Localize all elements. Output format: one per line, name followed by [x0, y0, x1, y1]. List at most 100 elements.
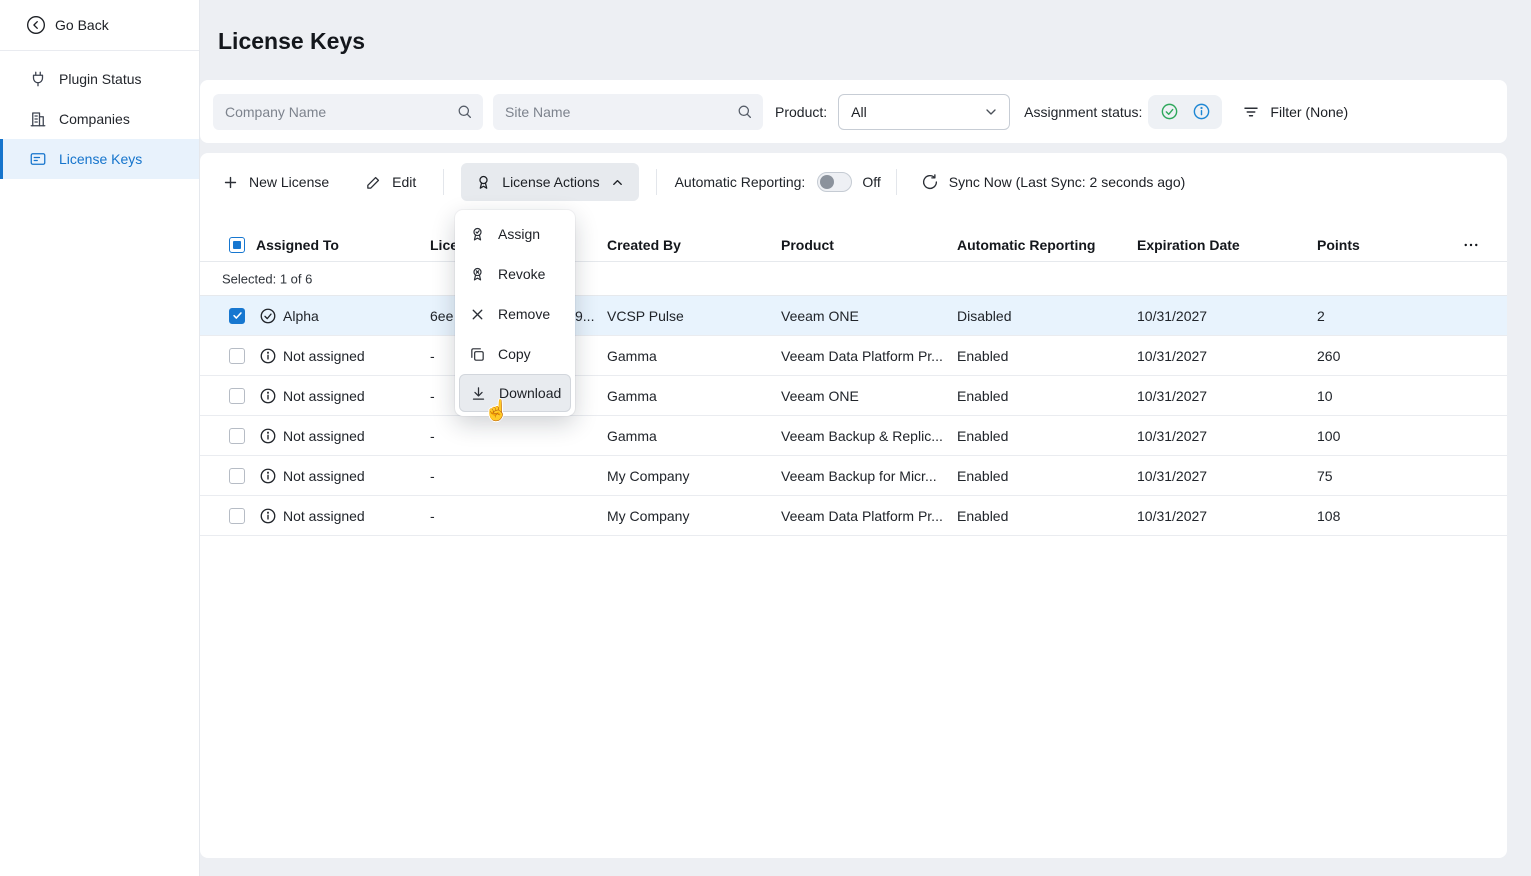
pencil-icon	[365, 174, 382, 191]
license-id-cell: -	[430, 428, 435, 444]
toolbar-divider	[656, 169, 657, 195]
filter-button[interactable]: Filter (None)	[1242, 103, 1348, 121]
product-select[interactable]: All	[838, 94, 1010, 130]
row-checkbox[interactable]	[229, 388, 245, 404]
table-row[interactable]: Alpha 6ee 9... VCSP Pulse Veeam ONE Disa…	[200, 296, 1507, 336]
automatic-reporting-cell: Enabled	[957, 468, 1008, 484]
row-checkbox[interactable]	[229, 508, 245, 524]
menu-item-remove[interactable]: Remove	[455, 294, 575, 334]
table-row[interactable]: Not assigned - Gamma Veeam Data Platform…	[200, 336, 1507, 376]
assigned-status-icon	[259, 307, 277, 325]
assigned-to-cell: Not assigned	[283, 348, 365, 364]
download-icon	[470, 385, 487, 402]
page-title: License Keys	[218, 28, 365, 55]
column-options-button[interactable]	[1462, 236, 1480, 254]
product-cell: Veeam Backup for Micr...	[781, 468, 937, 484]
automatic-reporting-toggle[interactable]	[817, 172, 852, 192]
table-row[interactable]: Not assigned - Gamma Veeam Backup & Repl…	[200, 416, 1507, 456]
sidebar-item-companies[interactable]: Companies	[0, 99, 199, 139]
automatic-reporting-state: Off	[862, 174, 880, 190]
automatic-reporting-cell: Disabled	[957, 308, 1011, 324]
row-checkbox[interactable]	[229, 348, 245, 364]
menu-item-label: Copy	[498, 346, 531, 362]
go-back-button[interactable]: Go Back	[0, 0, 199, 50]
automatic-reporting-label: Automatic Reporting:	[675, 174, 806, 190]
select-all-checkbox[interactable]	[229, 237, 245, 253]
product-cell: Veeam Backup & Replic...	[781, 428, 943, 444]
sidebar-item-label: Companies	[59, 111, 130, 127]
points-cell: 10	[1317, 388, 1333, 404]
column-header-created-by[interactable]: Created By	[607, 237, 681, 253]
filter-lines-icon	[1242, 103, 1260, 121]
table-header-row: Assigned To License ID Created By Produc…	[200, 228, 1507, 262]
assignment-status-label: Assignment status:	[1024, 104, 1142, 120]
not-assigned-status-icon	[259, 507, 277, 525]
menu-item-revoke[interactable]: Revoke	[455, 254, 575, 294]
toggle-knob	[820, 175, 834, 189]
menu-item-download[interactable]: Download	[459, 374, 571, 412]
row-checkbox[interactable]	[229, 428, 245, 444]
automatic-reporting-cell: Enabled	[957, 388, 1008, 404]
company-name-input[interactable]	[213, 104, 483, 120]
license-actions-label: License Actions	[502, 174, 599, 190]
menu-item-assign[interactable]: Assign	[455, 214, 575, 254]
expiration-date-cell: 10/31/2027	[1137, 388, 1207, 404]
points-cell: 260	[1317, 348, 1340, 364]
product-cell: Veeam Data Platform Pr...	[781, 508, 943, 524]
x-icon	[469, 306, 486, 323]
plus-icon	[222, 174, 239, 191]
column-header-automatic-reporting[interactable]: Automatic Reporting	[957, 237, 1095, 253]
table-row[interactable]: Not assigned - My Company Veeam Data Pla…	[200, 496, 1507, 536]
table-toolbar: New License Edit License Actions Automat…	[200, 153, 1507, 211]
chevron-down-icon	[983, 104, 999, 120]
column-header-points[interactable]: Points	[1317, 237, 1360, 253]
menu-item-label: Assign	[498, 226, 540, 242]
product-select-value: All	[851, 104, 867, 120]
assigned-filter-toggle[interactable]	[1153, 98, 1185, 126]
automatic-reporting-cell: Enabled	[957, 508, 1008, 524]
row-checkbox[interactable]	[229, 468, 245, 484]
assigned-to-cell: Alpha	[283, 308, 319, 324]
new-license-button[interactable]: New License	[222, 174, 329, 191]
edit-button[interactable]: Edit	[365, 174, 416, 191]
chevron-up-icon	[610, 175, 625, 190]
sync-now-label: Sync Now (Last Sync: 2 seconds ago)	[949, 174, 1186, 190]
not-assigned-status-icon	[259, 467, 277, 485]
sidebar-item-plugin-status[interactable]: Plugin Status	[0, 59, 199, 99]
column-header-expiration-date[interactable]: Expiration Date	[1137, 237, 1240, 253]
column-header-product[interactable]: Product	[781, 237, 834, 253]
points-cell: 2	[1317, 308, 1325, 324]
assignment-status-toggle-group	[1148, 95, 1222, 129]
selection-summary: Selected: 1 of 6	[222, 271, 312, 286]
table-row[interactable]: Not assigned - My Company Veeam Backup f…	[200, 456, 1507, 496]
toolbar-divider	[443, 169, 444, 195]
sidebar-item-label: License Keys	[59, 151, 142, 167]
sync-now-button[interactable]: Sync Now (Last Sync: 2 seconds ago)	[921, 173, 1186, 191]
not-assigned-filter-toggle[interactable]	[1185, 98, 1217, 126]
automatic-reporting-cell: Enabled	[957, 348, 1008, 364]
sidebar-item-license-keys[interactable]: License Keys	[0, 139, 199, 179]
indeterminate-mark	[233, 241, 241, 249]
license-id-cell: 6ee	[430, 308, 453, 324]
menu-item-label: Remove	[498, 306, 550, 322]
row-checkbox[interactable]	[229, 308, 245, 324]
back-chevron-circle-icon	[26, 15, 46, 35]
license-actions-button[interactable]: License Actions	[461, 163, 638, 201]
building-icon	[29, 110, 47, 128]
selection-summary-row: Selected: 1 of 6	[200, 262, 1507, 296]
points-cell: 100	[1317, 428, 1340, 444]
expiration-date-cell: 10/31/2027	[1137, 348, 1207, 364]
table-row[interactable]: Not assigned - Gamma Veeam ONE Enabled 1…	[200, 376, 1507, 416]
not-assigned-status-icon	[259, 347, 277, 365]
toolbar-divider	[896, 169, 897, 195]
column-header-assigned-to[interactable]: Assigned To	[256, 237, 339, 253]
created-by-cell: My Company	[607, 468, 689, 484]
product-cell: Veeam ONE	[781, 308, 859, 324]
go-back-label: Go Back	[55, 17, 109, 33]
filter-button-label: Filter (None)	[1270, 104, 1348, 120]
assigned-to-cell: Not assigned	[283, 468, 365, 484]
assigned-to-cell: Not assigned	[283, 428, 365, 444]
site-name-input[interactable]	[493, 104, 763, 120]
search-icon	[456, 103, 473, 120]
menu-item-copy[interactable]: Copy	[455, 334, 575, 374]
